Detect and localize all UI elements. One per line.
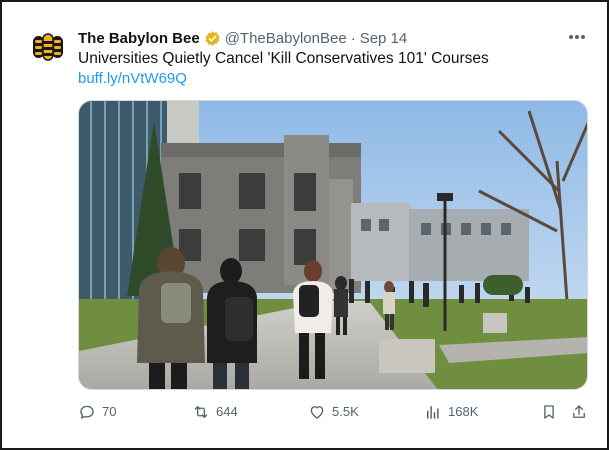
share-button[interactable] [570,400,594,424]
like-button[interactable]: 5.5K [308,400,359,424]
more-horizontal-icon[interactable] [566,28,588,46]
header-separator: · [350,29,356,47]
reply-button[interactable]: 70 [78,400,116,424]
tweet-card: The Babylon Bee @TheBabylonBee · Sep 14 … [0,0,609,450]
bookmark-icon [544,405,554,419]
views-count: 168K [448,404,479,419]
tweet-header: The Babylon Bee @TheBabylonBee · Sep 14 [78,28,407,48]
heart-icon [310,406,324,419]
display-name[interactable]: The Babylon Bee [78,30,200,47]
views-button[interactable]: 168K [424,400,478,424]
babylon-bee-logo-icon [33,33,63,61]
tweet-link[interactable]: buff.ly/nVtW69Q [78,70,187,87]
retweet-icon [194,406,208,418]
like-count: 5.5K [332,404,359,419]
reply-icon [80,405,94,419]
avatar[interactable] [31,30,65,64]
tweet-text: Universities Quietly Cancel 'Kill Conser… [78,50,489,67]
retweet-count: 644 [216,404,238,419]
tweet-actions: 70 644 5.5K 168K [78,400,588,424]
share-icon [573,405,585,418]
campus-photo [79,101,587,389]
tweet-image[interactable] [78,100,588,390]
verified-badge-icon[interactable] [204,30,221,47]
bookmark-button[interactable] [540,400,564,424]
retweet-button[interactable]: 644 [192,400,238,424]
views-icon [427,406,439,419]
user-handle[interactable]: @TheBabylonBee [225,30,347,47]
tweet-date[interactable]: Sep 14 [360,30,408,47]
reply-count: 70 [102,404,117,419]
